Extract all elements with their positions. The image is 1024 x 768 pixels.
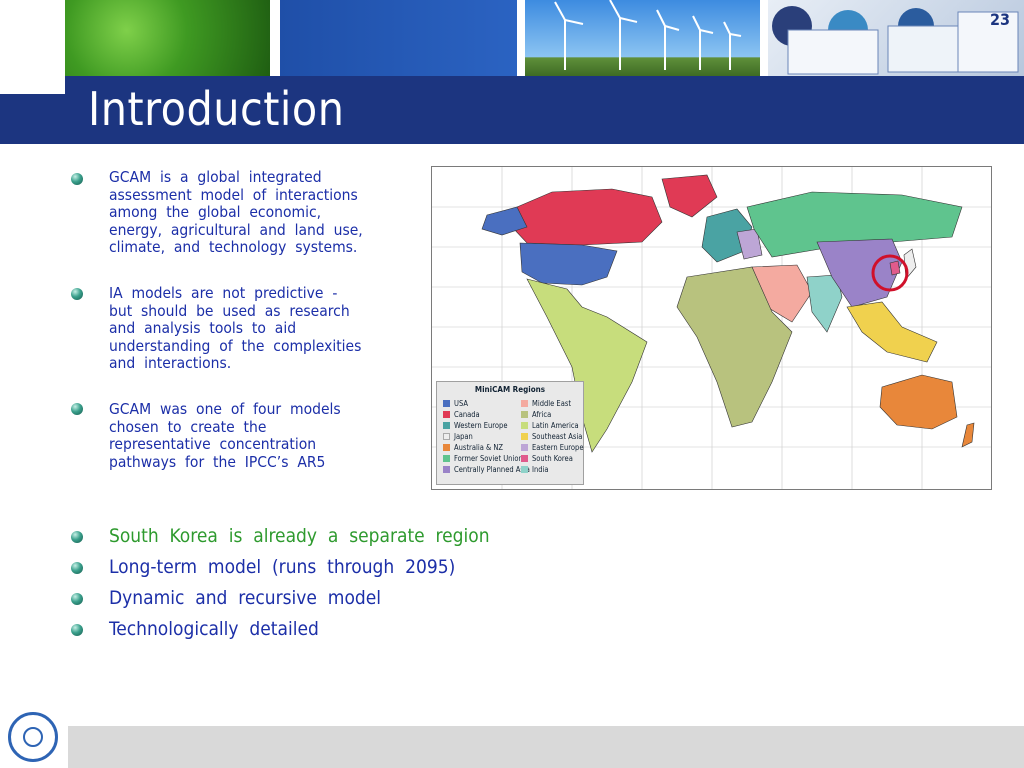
- legend-swatch: [521, 432, 528, 440]
- legend-swatch: [443, 432, 450, 440]
- bullet-text-long-term: Long-term model (runs through 2095): [109, 556, 456, 578]
- bullet-text-ia-models: IA models are not predictive - but shoul…: [109, 284, 362, 372]
- legend-label: Australia & NZ: [454, 442, 504, 452]
- legend-swatch: [521, 410, 528, 418]
- title-bar-accent: [0, 76, 65, 94]
- wind-turbines-graphic: [554, 0, 742, 70]
- legend-label: Western Europe: [454, 420, 508, 430]
- legend-item: Former Soviet Union: [443, 453, 523, 463]
- legend-item: India: [521, 464, 549, 474]
- legend-label: Canada: [454, 409, 480, 419]
- legend-swatch: [521, 399, 528, 407]
- legend-item: Africa: [521, 409, 551, 419]
- legend-item: Latin America: [521, 420, 579, 430]
- legend-swatch: [521, 421, 528, 429]
- legend-label: Middle East: [532, 398, 571, 408]
- bullet-icon: [71, 288, 83, 300]
- legend-swatch: [443, 399, 450, 407]
- bullet-icon: [71, 403, 83, 415]
- logo-emblem: [23, 727, 43, 747]
- bullet-icon: [71, 593, 83, 605]
- bullet-icon: [71, 562, 83, 574]
- slide-number: 23: [990, 10, 1011, 29]
- legend-label: India: [532, 464, 549, 474]
- minicam-regions-map: MiniCAM Regions USA Canada Western Europ…: [431, 166, 992, 490]
- bullet-text-technological: Technologically detailed: [109, 618, 319, 640]
- bullet-icon: [71, 531, 83, 543]
- legend-item: USA: [443, 398, 468, 408]
- legend-swatch: [443, 465, 450, 473]
- legend-label: Africa: [532, 409, 552, 419]
- blue-panel: [280, 0, 517, 76]
- legend-item: Canada: [443, 409, 480, 419]
- wind-turbines-photo: [525, 0, 760, 76]
- legend-title: MiniCAM Regions: [474, 385, 546, 394]
- legend-item: Australia & NZ: [443, 442, 503, 452]
- legend-swatch: [521, 465, 528, 473]
- bullet-text-gcam: GCAM is a global integrated assessment m…: [109, 168, 363, 256]
- legend-label: USA: [454, 398, 468, 408]
- screenshots-graphic: [772, 6, 1019, 75]
- legend-swatch: [521, 443, 528, 451]
- leaves-photo: [65, 0, 270, 76]
- legend-item: Middle East: [521, 398, 571, 408]
- legend-item: South Korea: [521, 453, 573, 463]
- software-screenshots-photo: [768, 0, 1024, 76]
- legend-swatch: [443, 421, 450, 429]
- legend-item: Western Europe: [443, 420, 507, 430]
- university-logo: [8, 712, 58, 762]
- legend-swatch: [521, 454, 528, 462]
- legend-label: South Korea: [532, 453, 573, 463]
- legend-swatch: [443, 443, 450, 451]
- legend-swatch: [443, 410, 450, 418]
- bullet-text-dynamic: Dynamic and recursive model: [109, 587, 382, 609]
- legend-label: Eastern Europe: [532, 442, 584, 452]
- bullet-text-south-korea: South Korea is already a separate region: [109, 525, 490, 547]
- legend-label: Former Soviet Union: [454, 453, 523, 463]
- legend-label: Southeast Asia: [532, 431, 583, 441]
- bullet-icon: [71, 624, 83, 636]
- bullet-icon: [71, 173, 83, 185]
- legend-item: Centrally Planned Asia: [443, 464, 530, 474]
- header-image-strip: 23: [0, 0, 1024, 76]
- legend-item: Japan: [443, 431, 473, 441]
- legend-label: Latin America: [532, 420, 579, 430]
- footer-bar: [68, 726, 1024, 768]
- legend-item: Eastern Europe: [521, 442, 583, 452]
- legend-swatch: [443, 454, 450, 462]
- legend-label: Centrally Planned Asia: [454, 464, 530, 474]
- legend-item: Southeast Asia: [521, 431, 582, 441]
- page-title: Introduction: [88, 82, 345, 136]
- map-legend: MiniCAM Regions USA Canada Western Europ…: [436, 381, 584, 485]
- bullet-text-rcp: GCAM was one of four models chosen to cr…: [109, 400, 341, 471]
- legend-label: Japan: [454, 431, 473, 441]
